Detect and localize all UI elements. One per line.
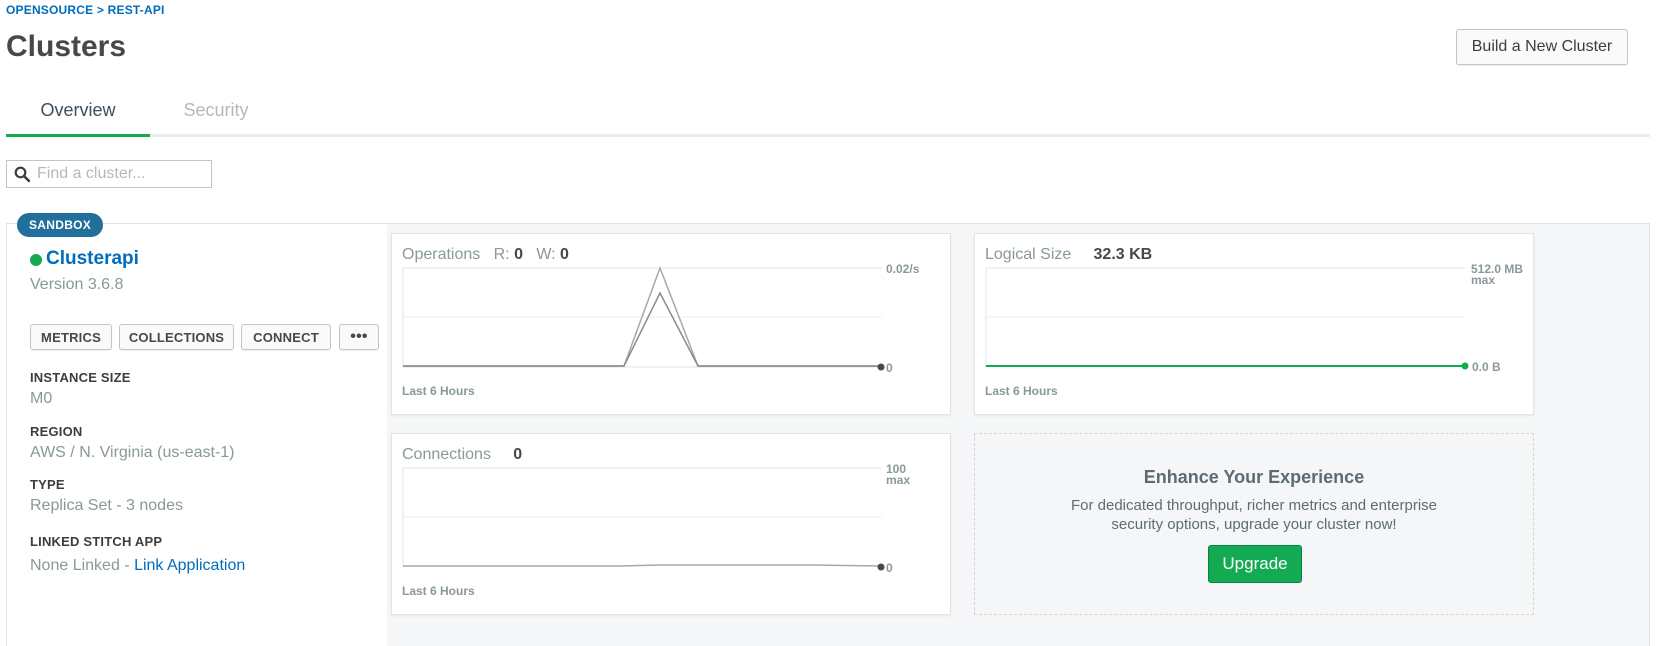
y-min-label: 0 xyxy=(886,561,893,575)
connect-button[interactable]: CONNECT xyxy=(241,324,331,350)
linked-stitch-app-value: None Linked - Link Application xyxy=(30,557,245,575)
clusters-page: OPENSOURCE > REST-API Clusters Build a N… xyxy=(0,0,1656,646)
y-min-label: 0 xyxy=(886,361,893,375)
connections-line xyxy=(403,564,881,567)
collections-button[interactable]: COLLECTIONS xyxy=(119,324,234,350)
tab-security[interactable]: Security xyxy=(150,100,282,134)
operations-plot: 0.02/s 0 xyxy=(402,262,920,375)
status-indicator xyxy=(30,254,42,266)
search-input[interactable] xyxy=(37,163,207,185)
y-max-label: 0.02/s xyxy=(886,262,920,276)
logical-size-timeframe: Last 6 Hours xyxy=(985,384,1058,398)
writes-line xyxy=(403,291,880,367)
upgrade-title: Enhance Your Experience xyxy=(1143,467,1365,487)
tab-bar: Overview Security xyxy=(6,92,1650,137)
linked-stitch-app-label: LINKED STITCH APP xyxy=(30,534,163,549)
y-max-sublabel: max xyxy=(1471,273,1495,287)
logical-size-chart[interactable]: Logical Size 32.3 KB 512.0 MB max 0.0 B … xyxy=(974,233,1534,415)
current-point xyxy=(1461,362,1469,370)
tab-overview[interactable]: Overview xyxy=(6,100,150,137)
instance-size-label: INSTANCE SIZE xyxy=(30,370,131,385)
link-application-link[interactable]: Link Application xyxy=(134,557,245,574)
cluster-version: Version 3.6.8 xyxy=(30,276,124,293)
current-point xyxy=(877,563,885,571)
connections-timeframe: Last 6 Hours xyxy=(402,584,475,598)
search-icon xyxy=(14,166,30,182)
linked-status-text: None Linked - xyxy=(30,557,135,574)
y-max-sublabel: max xyxy=(886,473,910,487)
more-options-button[interactable]: ••• xyxy=(339,324,379,350)
operations-chart[interactable]: Operations R: 0 W: 0 0.02/s 0 Last 6 Hou… xyxy=(391,233,951,415)
type-value: Replica Set - 3 nodes xyxy=(30,497,183,514)
region-label: REGION xyxy=(30,424,83,439)
upgrade-button[interactable]: Upgrade xyxy=(1208,545,1302,583)
build-new-cluster-button[interactable]: Build a New Cluster xyxy=(1456,29,1628,65)
cluster-card: SANDBOX Clusterapi Version 3.6.8 METRICS… xyxy=(6,213,1650,646)
logical-size-plot: 512.0 MB max 0.0 B xyxy=(985,262,1523,374)
cluster-search xyxy=(6,160,212,188)
breadcrumb[interactable]: OPENSOURCE > REST-API xyxy=(6,3,165,17)
instance-size-value: M0 xyxy=(30,390,53,407)
type-label: TYPE xyxy=(30,477,65,492)
page-title: Clusters xyxy=(6,30,127,63)
current-point xyxy=(877,363,885,371)
upgrade-description: For dedicated throughput, richer metrics… xyxy=(1070,497,1438,533)
metrics-button[interactable]: METRICS xyxy=(30,324,112,350)
cluster-name-link[interactable]: Clusterapi xyxy=(46,248,139,270)
y-min-label: 0.0 B xyxy=(1472,360,1501,374)
operations-timeframe: Last 6 Hours xyxy=(402,384,475,398)
connections-chart[interactable]: Connections 0 100 max 0 Last 6 Hours xyxy=(391,433,951,615)
sandbox-badge: SANDBOX xyxy=(17,213,104,237)
connections-plot: 100 max 0 xyxy=(402,462,910,575)
region-value: AWS / N. Virginia (us-east-1) xyxy=(30,444,235,461)
cluster-info-panel: SANDBOX Clusterapi Version 3.6.8 METRICS… xyxy=(7,213,387,646)
upgrade-promo: Enhance Your Experience For dedicated th… xyxy=(974,433,1534,615)
